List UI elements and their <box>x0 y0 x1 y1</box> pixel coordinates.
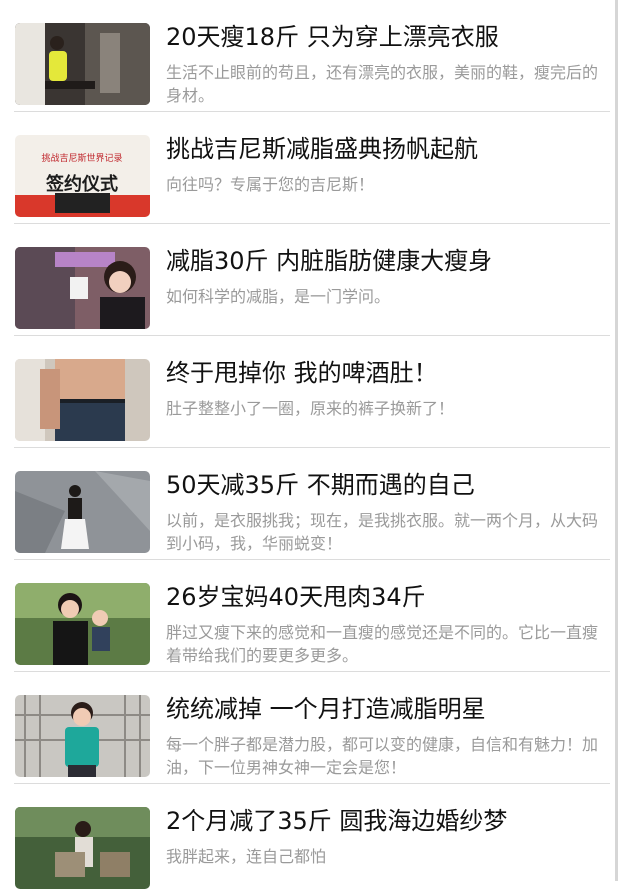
list-item[interactable]: 2个月减了35斤 圆我海边婚纱梦 我胖起来，连自己都怕 <box>0 784 620 896</box>
article-title: 2个月减了35斤 圆我海边婚纱梦 <box>166 807 508 835</box>
article-description: 我胖起来，连自己都怕 <box>166 847 327 866</box>
article-title: 20天瘦18斤 只为穿上漂亮衣服 <box>166 23 499 51</box>
list-item[interactable]: 统统减掉 一个月打造减脂明星 每一个胖子都是潜力股，都可以变的健康，自信和有魅力… <box>0 672 620 784</box>
article-thumbnail <box>15 471 150 553</box>
scrollbar[interactable] <box>615 0 618 881</box>
article-description: 生活不止眼前的苟且，还有漂亮的衣服，美丽的鞋，瘦完后的身材。 <box>166 63 599 105</box>
article-description: 如何科学的减脂，是一门学问。 <box>166 287 391 306</box>
article-thumbnail: 挑战吉尼斯世界记录 签约仪式 <box>15 135 150 217</box>
list-item[interactable]: 减脂30斤 内脏脂肪健康大瘦身 如何科学的减脂，是一门学问。 <box>0 224 620 336</box>
list-item[interactable]: 终于甩掉你 我的啤酒肚！ 肚子整整小了一圈，原来的裤子换新了！ <box>0 336 620 448</box>
article-thumbnail <box>15 695 150 777</box>
article-thumbnail <box>15 807 150 889</box>
article-title: 50天减35斤 不期而遇的自己 <box>166 471 475 499</box>
article-thumbnail <box>15 23 150 105</box>
article-description: 胖过又瘦下来的感觉和一直瘦的感觉还是不同的。它比一直瘦着带给我们的要更多更多。 <box>166 623 599 665</box>
article-title: 减脂30斤 内脏脂肪健康大瘦身 <box>166 247 493 275</box>
article-thumbnail <box>15 247 150 329</box>
list-item[interactable]: 26岁宝妈40天甩肉34斤 胖过又瘦下来的感觉和一直瘦的感觉还是不同的。它比一直… <box>0 560 620 672</box>
article-title: 终于甩掉你 我的啤酒肚！ <box>166 359 438 387</box>
article-thumbnail <box>15 359 150 441</box>
article-title: 统统减掉 一个月打造减脂明星 <box>166 695 486 723</box>
article-description: 以前，是衣服挑我；现在，是我挑衣服。就一两个月，从大码到小码，我，华丽蜕变！ <box>166 511 599 553</box>
list-item[interactable]: 50天减35斤 不期而遇的自己 以前，是衣服挑我；现在，是我挑衣服。就一两个月，… <box>0 448 620 560</box>
article-description: 向往吗？专属于您的吉尼斯！ <box>166 175 375 194</box>
article-thumbnail <box>15 583 150 665</box>
article-title: 挑战吉尼斯减脂盛典扬帆起航 <box>166 135 478 163</box>
article-description: 肚子整整小了一圈，原来的裤子换新了！ <box>166 399 455 418</box>
article-title: 26岁宝妈40天甩肉34斤 <box>166 583 426 611</box>
thumbnail-banner-text: 挑战吉尼斯世界记录 <box>41 152 122 164</box>
list-item[interactable]: 挑战吉尼斯世界记录 签约仪式 挑战吉尼斯减脂盛典扬帆起航 向往吗？专属于您的吉尼… <box>0 112 620 224</box>
list-item[interactable]: 20天瘦18斤 只为穿上漂亮衣服 生活不止眼前的苟且，还有漂亮的衣服，美丽的鞋，… <box>0 0 620 112</box>
article-description: 每一个胖子都是潜力股，都可以变的健康，自信和有魅力！加油，下一位男神女神一定会是… <box>166 735 599 777</box>
thumbnail-banner-text: 签约仪式 <box>45 173 118 195</box>
